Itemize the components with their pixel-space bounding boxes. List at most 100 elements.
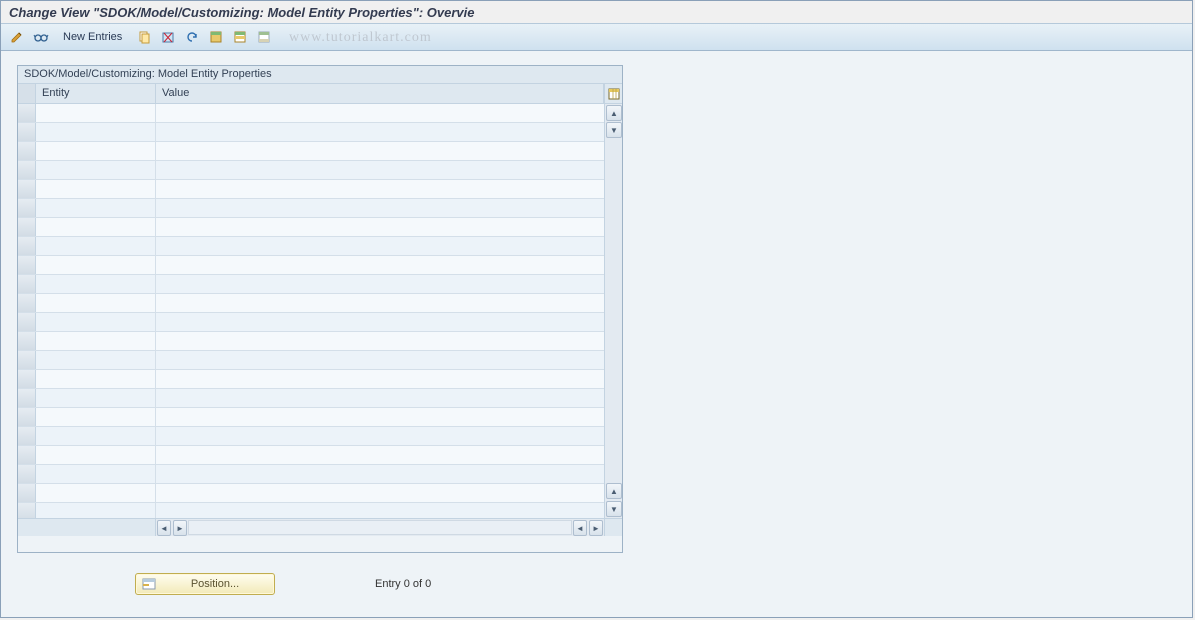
cell-value[interactable] — [156, 427, 604, 445]
column-header-entity[interactable]: Entity — [36, 84, 156, 103]
scroll-up-button[interactable]: ▲ — [606, 105, 622, 121]
copy-button[interactable] — [134, 27, 154, 47]
cell-entity[interactable] — [36, 218, 156, 236]
details-button[interactable] — [31, 27, 51, 47]
cell-entity[interactable] — [36, 427, 156, 445]
row-selector[interactable] — [18, 484, 36, 502]
main-area: SDOK/Model/Customizing: Model Entity Pro… — [1, 51, 1192, 617]
row-selector[interactable] — [18, 294, 36, 312]
row-selector[interactable] — [18, 142, 36, 160]
row-selector[interactable] — [18, 370, 36, 388]
cell-value[interactable] — [156, 332, 604, 350]
scroll-last-button[interactable]: ◄ — [573, 520, 587, 536]
scroll-page-up-button[interactable]: ▼ — [606, 122, 622, 138]
scroll-first-button[interactable]: ► — [173, 520, 187, 536]
cell-value[interactable] — [156, 484, 604, 502]
cell-entity[interactable] — [36, 199, 156, 217]
cell-entity[interactable] — [36, 161, 156, 179]
cell-value[interactable] — [156, 237, 604, 255]
cell-value[interactable] — [156, 142, 604, 160]
row-selector[interactable] — [18, 446, 36, 464]
column-header-value[interactable]: Value — [156, 84, 604, 103]
position-button[interactable]: Position... — [135, 573, 275, 595]
row-selector[interactable] — [18, 104, 36, 122]
table-settings-button[interactable] — [604, 84, 622, 103]
cell-entity[interactable] — [36, 370, 156, 388]
scroll-left-button[interactable]: ◄ — [157, 520, 171, 536]
cell-value[interactable] — [156, 218, 604, 236]
scroll-right-button[interactable]: ► — [589, 520, 603, 536]
cell-value[interactable] — [156, 180, 604, 198]
row-selector[interactable] — [18, 427, 36, 445]
cell-value[interactable] — [156, 313, 604, 331]
cell-entity[interactable] — [36, 123, 156, 141]
cell-value[interactable] — [156, 275, 604, 293]
cell-value[interactable] — [156, 104, 604, 122]
horizontal-scrollbar[interactable]: ◄ ► ◄ ► — [18, 518, 622, 536]
cell-value[interactable] — [156, 123, 604, 141]
cell-entity[interactable] — [36, 408, 156, 426]
row-selector[interactable] — [18, 161, 36, 179]
select-all-icon — [209, 30, 223, 44]
cell-value[interactable] — [156, 465, 604, 483]
deselect-icon — [257, 30, 271, 44]
table-row — [18, 218, 604, 237]
cell-entity[interactable] — [36, 275, 156, 293]
row-selector[interactable] — [18, 465, 36, 483]
row-selector[interactable] — [18, 332, 36, 350]
row-selector-header[interactable] — [18, 84, 36, 103]
undo-button[interactable] — [182, 27, 202, 47]
cell-entity[interactable] — [36, 465, 156, 483]
cell-value[interactable] — [156, 294, 604, 312]
row-selector[interactable] — [18, 503, 36, 518]
table-row — [18, 446, 604, 465]
row-selector[interactable] — [18, 351, 36, 369]
row-selector[interactable] — [18, 199, 36, 217]
table-row — [18, 313, 604, 332]
cell-value[interactable] — [156, 503, 604, 518]
cell-value[interactable] — [156, 161, 604, 179]
row-selector[interactable] — [18, 408, 36, 426]
row-selector[interactable] — [18, 389, 36, 407]
row-selector[interactable] — [18, 218, 36, 236]
cell-entity[interactable] — [36, 389, 156, 407]
row-selector[interactable] — [18, 275, 36, 293]
cell-entity[interactable] — [36, 294, 156, 312]
cell-entity[interactable] — [36, 503, 156, 518]
cell-entity[interactable] — [36, 256, 156, 274]
cell-value[interactable] — [156, 199, 604, 217]
hscroll-track[interactable] — [188, 520, 572, 535]
vertical-scrollbar[interactable]: ▲ ▼ ▲ ▼ — [604, 104, 622, 518]
scroll-page-down-button[interactable]: ▲ — [606, 483, 622, 499]
select-all-button[interactable] — [206, 27, 226, 47]
row-selector[interactable] — [18, 256, 36, 274]
row-selector[interactable] — [18, 313, 36, 331]
row-selector[interactable] — [18, 237, 36, 255]
cell-entity[interactable] — [36, 446, 156, 464]
select-block-button[interactable] — [230, 27, 250, 47]
table-row — [18, 503, 604, 518]
scroll-down-button[interactable]: ▼ — [606, 501, 622, 517]
row-selector[interactable] — [18, 123, 36, 141]
table-row — [18, 351, 604, 370]
new-entries-button[interactable]: New Entries — [55, 29, 130, 45]
cell-entity[interactable] — [36, 332, 156, 350]
cell-value[interactable] — [156, 370, 604, 388]
cell-entity[interactable] — [36, 484, 156, 502]
cell-value[interactable] — [156, 446, 604, 464]
deselect-all-button[interactable] — [254, 27, 274, 47]
cell-entity[interactable] — [36, 351, 156, 369]
other-view-button[interactable] — [7, 27, 27, 47]
cell-entity[interactable] — [36, 180, 156, 198]
cell-entity[interactable] — [36, 142, 156, 160]
delete-button[interactable] — [158, 27, 178, 47]
cell-entity[interactable] — [36, 237, 156, 255]
cell-entity[interactable] — [36, 313, 156, 331]
cell-value[interactable] — [156, 256, 604, 274]
cell-value[interactable] — [156, 408, 604, 426]
cell-value[interactable] — [156, 389, 604, 407]
cell-entity[interactable] — [36, 104, 156, 122]
cell-value[interactable] — [156, 351, 604, 369]
table-row — [18, 408, 604, 427]
row-selector[interactable] — [18, 180, 36, 198]
